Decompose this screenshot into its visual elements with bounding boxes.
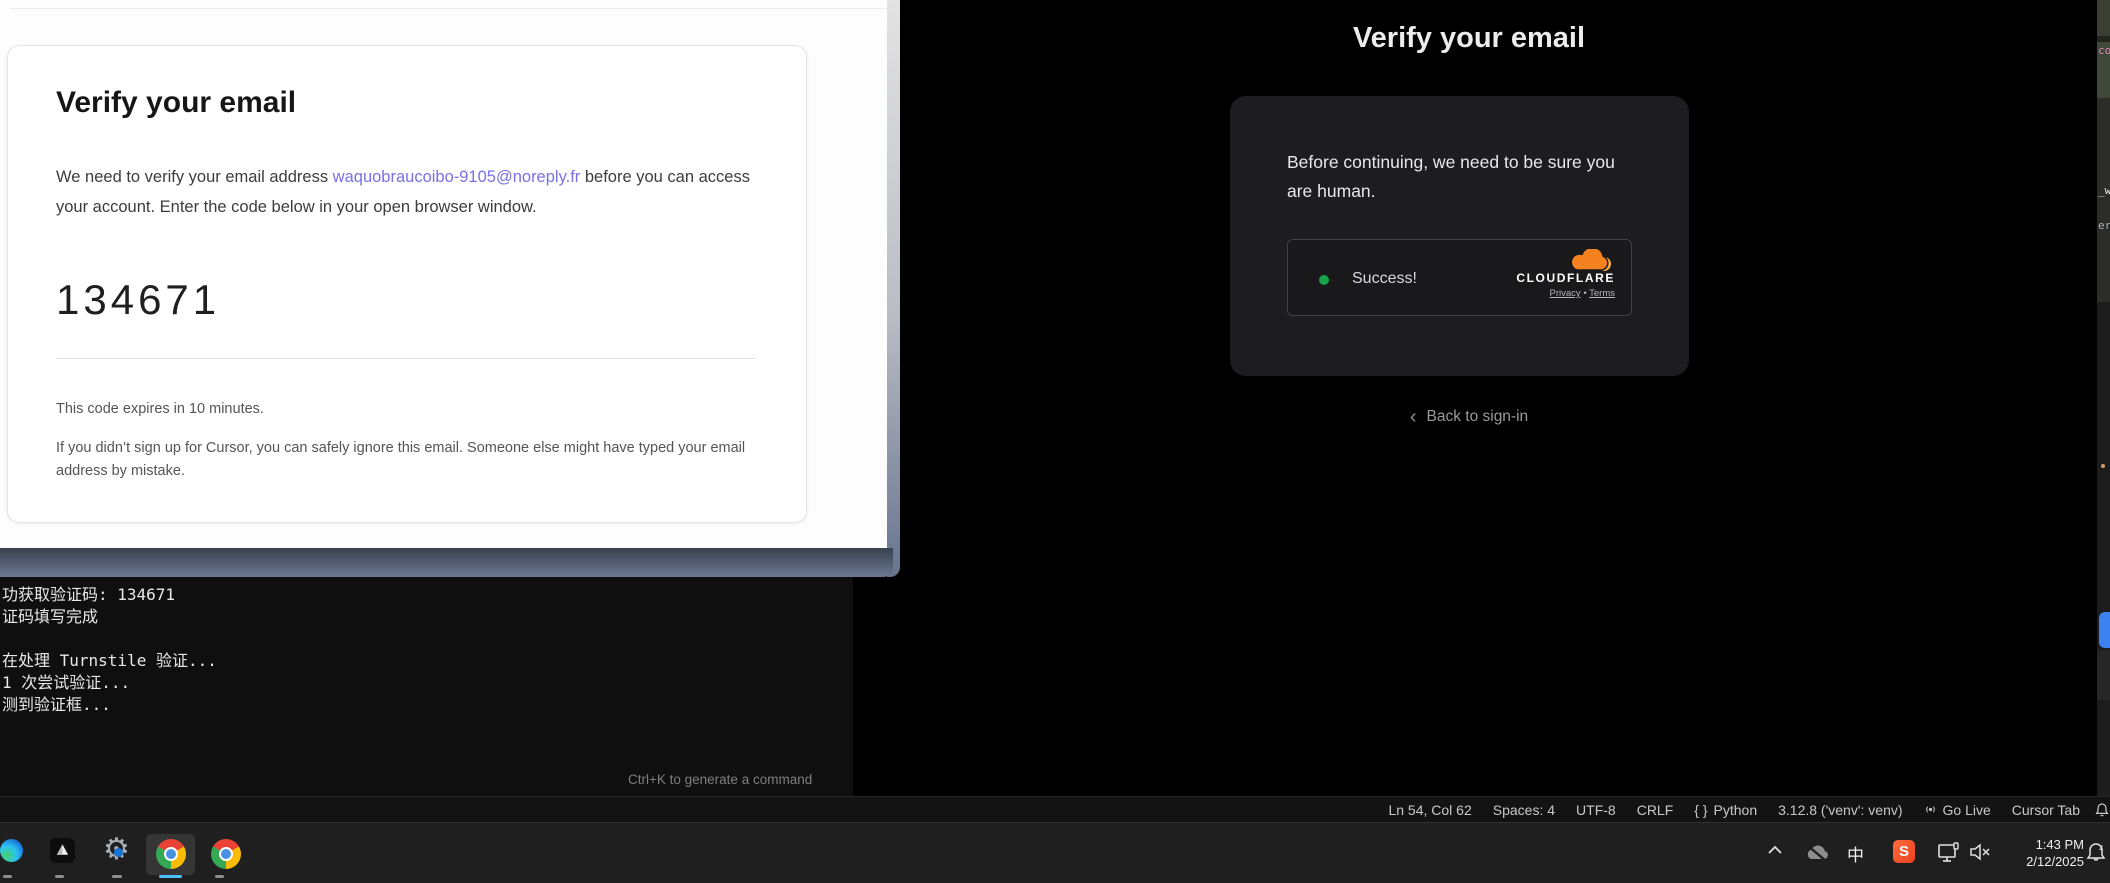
onedrive-offline-icon[interactable] — [1803, 843, 1830, 867]
volume-muted-icon[interactable] — [1969, 843, 1991, 866]
go-live-label: Go Live — [1943, 802, 1991, 818]
email-body-pre: We need to verify your email address — [56, 168, 333, 186]
terminal-line: 功获取验证码: 134671 — [2, 584, 217, 606]
terms-link[interactable]: Terms — [1589, 288, 1615, 299]
statusbar-cursor-tab[interactable]: Cursor Tab — [2012, 802, 2080, 818]
window-bottom-titlebar — [0, 548, 893, 577]
window-top-divider — [10, 8, 887, 9]
sliver-block — [2097, 98, 2110, 302]
terminal-line: 测到验证框... — [2, 694, 217, 716]
code-fragment: _w — [2098, 184, 2110, 197]
terminal-line: 1 次尝试验证... — [2, 672, 217, 694]
edge-icon[interactable] — [0, 839, 23, 862]
statusbar-spaces[interactable]: Spaces: 4 — [1493, 802, 1555, 818]
cloudflare-turnstile-widget: Success! CLOUDFLARE Privacy • Terms — [1287, 239, 1632, 316]
verify-card: Before continuing, we need to be sure yo… — [1230, 96, 1689, 376]
terminal-output: 功获取验证码: 134671 证码填写完成 在处理 Turnstile 验证..… — [2, 584, 217, 716]
language-label: Python — [1714, 802, 1758, 818]
svg-text:z: z — [2099, 843, 2103, 852]
statusbar-language[interactable]: { } Python — [1694, 802, 1757, 818]
taskbar-indicator — [112, 875, 122, 878]
monitor-icon[interactable] — [1937, 841, 1961, 870]
background-editor-sliver: co _w er — [2097, 0, 2110, 796]
chrome-icon-active[interactable] — [156, 839, 186, 869]
statusbar-go-live[interactable]: Go Live — [1924, 802, 1991, 818]
terminal-line — [2, 628, 217, 650]
back-to-signin-label: Back to sign-in — [1427, 408, 1529, 426]
python-braces-icon: { } — [1694, 802, 1707, 818]
code-fragment: er — [2098, 219, 2110, 232]
chrome-icon-secondary[interactable] — [211, 839, 241, 869]
sliver-marker-dot — [2101, 464, 2105, 468]
snipaste-icon[interactable]: S — [1893, 840, 1915, 863]
clock-date: 2/12/2025 — [2026, 853, 2084, 870]
taskbar-clock[interactable]: 1:43 PM 2/12/2025 — [2026, 836, 2084, 870]
window-frame-edge — [887, 0, 900, 577]
statusbar-interpreter[interactable]: 3.12.8 ('venv': venv) — [1778, 802, 1902, 818]
sliver-block — [2097, 650, 2110, 700]
statusbar-eol[interactable]: CRLF — [1637, 802, 1674, 818]
email-disclaimer: If you didn’t sign up for Cursor, you ca… — [56, 437, 756, 483]
statusbar: Ln 54, Col 62 Spaces: 4 UTF-8 CRLF { } Py… — [0, 796, 2110, 822]
cloudflare-branding: CLOUDFLARE Privacy • Terms — [1505, 249, 1615, 299]
back-to-signin-link[interactable]: ‹ Back to sign-in — [1239, 408, 1699, 426]
email-content-card: Verify your email We need to verify your… — [7, 45, 807, 523]
success-status-dot — [1319, 275, 1329, 285]
go-live-broadcast-icon — [1924, 803, 1937, 816]
cloudflare-cloud-icon — [1563, 249, 1615, 273]
taskbar-indicator — [3, 875, 12, 878]
cube-app-icon[interactable] — [50, 838, 75, 863]
code-expiry-note: This code expires in 10 minutes. — [56, 401, 264, 417]
cloudflare-wordmark: CLOUDFLARE — [1505, 271, 1615, 285]
taskbar: ⚙ 中 S 1:43 PM 2/12/2025 z — [0, 822, 2110, 883]
links-separator: • — [1583, 288, 1586, 299]
turnstile-links: Privacy • Terms — [1505, 288, 1615, 299]
human-check-prompt: Before continuing, we need to be sure yo… — [1287, 148, 1629, 206]
clock-time: 1:43 PM — [2026, 836, 2084, 853]
email-heading: Verify your email — [56, 86, 296, 120]
email-preview-window: Verify your email We need to verify your… — [0, 0, 900, 577]
email-address-link[interactable]: waquobraucoibo-9105@noreply.fr — [333, 168, 581, 186]
email-divider — [56, 358, 756, 359]
verification-code: 134671 — [56, 276, 220, 324]
email-body-text: We need to verify your email address waq… — [56, 162, 768, 222]
taskbar-indicator-active — [159, 875, 182, 878]
ime-chinese-icon[interactable]: 中 — [1847, 841, 1864, 866]
statusbar-line-col[interactable]: Ln 54, Col 62 — [1388, 802, 1471, 818]
code-fragment: co — [2098, 44, 2110, 57]
terminal-line: 在处理 Turnstile 验证... — [2, 650, 217, 672]
back-chevron-icon: ‹ — [1410, 410, 1417, 425]
settings-gear-icon[interactable]: ⚙ — [103, 835, 130, 865]
turnstile-status-text: Success! — [1352, 270, 1417, 288]
taskbar-indicator — [215, 875, 224, 878]
privacy-link[interactable]: Privacy — [1550, 288, 1581, 299]
sliver-block — [2097, 0, 2110, 36]
terminal-line: 证码填写完成 — [2, 606, 217, 628]
terminal-panel[interactable]: 功获取验证码: 134671 证码填写完成 在处理 Turnstile 验证..… — [0, 577, 853, 796]
taskbar-indicator — [55, 875, 64, 878]
ctrl-k-hint: Ctrl+K to generate a command — [628, 772, 812, 787]
verify-page-title: Verify your email — [1239, 22, 1699, 55]
tray-expand-chevron-icon[interactable] — [1766, 843, 1784, 861]
statusbar-bell-icon[interactable] — [2094, 802, 2110, 818]
edge-floating-button[interactable] — [2099, 612, 2110, 648]
notification-bell-icon[interactable]: z — [2086, 841, 2106, 870]
statusbar-encoding[interactable]: UTF-8 — [1576, 802, 1616, 818]
